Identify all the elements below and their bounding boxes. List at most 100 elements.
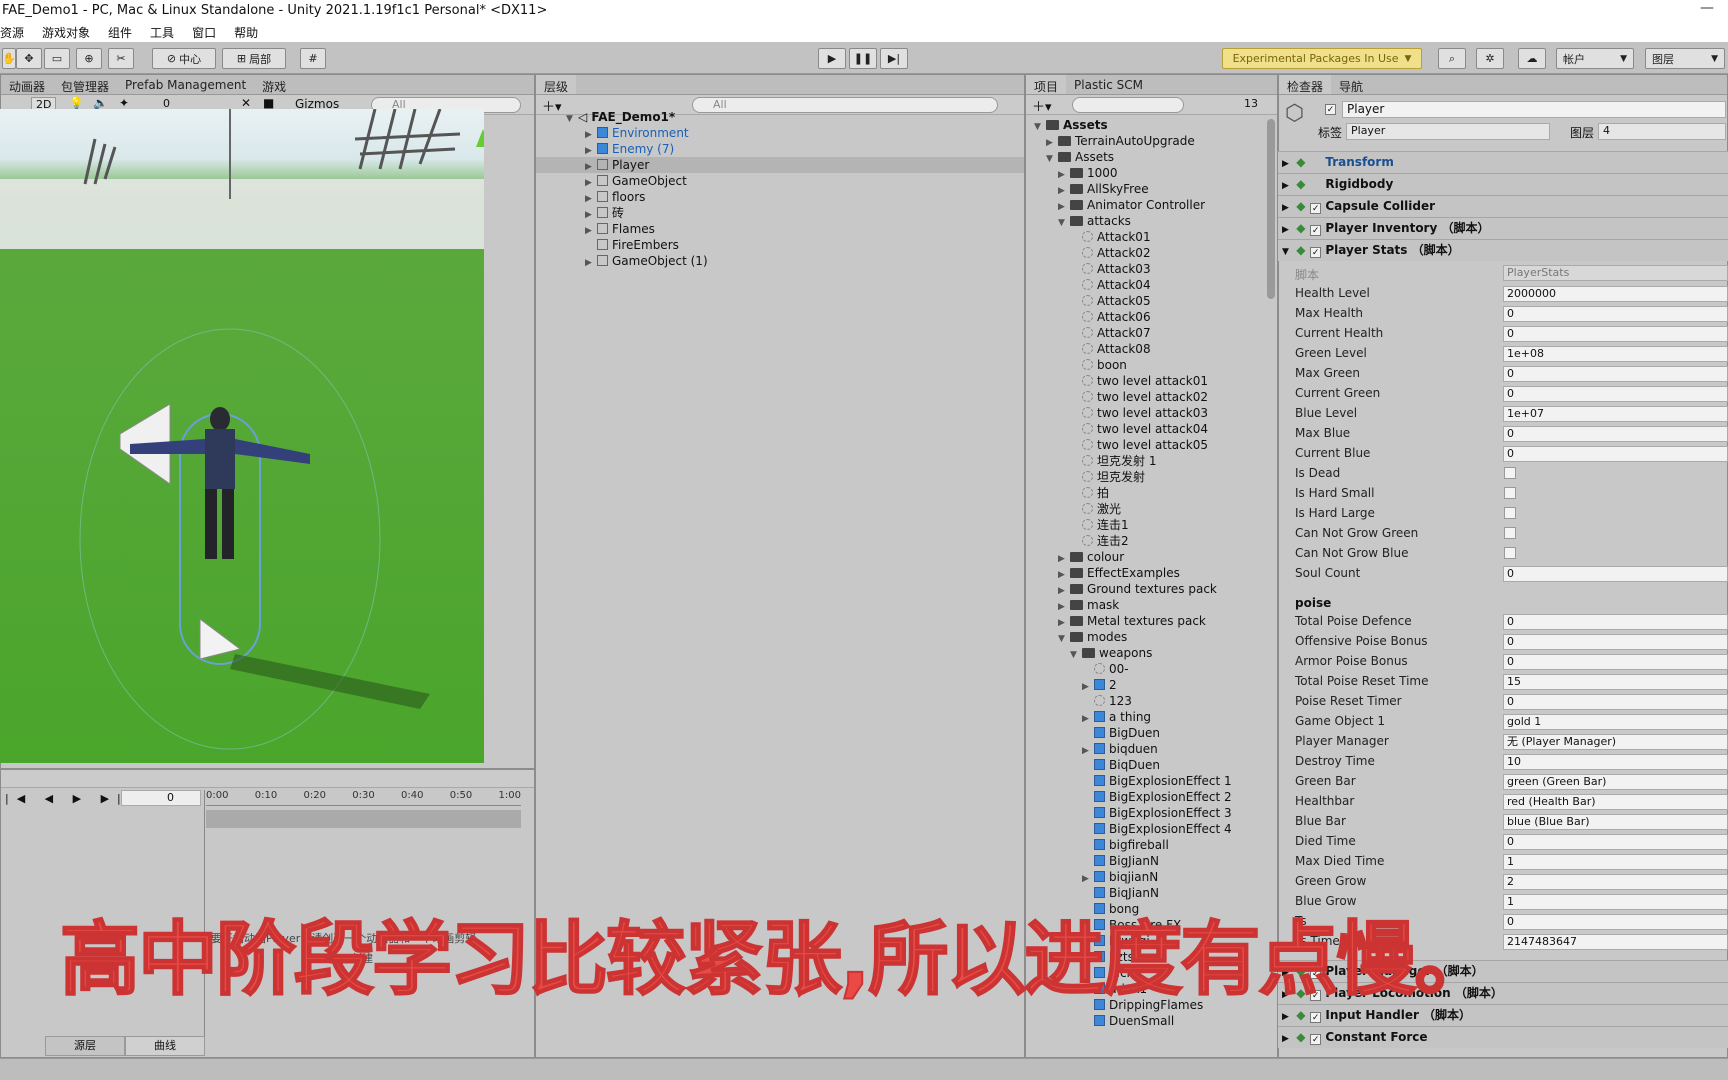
camera-icon[interactable]: ■ — [263, 96, 274, 110]
field-value[interactable]: 15 — [1503, 674, 1728, 690]
field-value[interactable]: 0 — [1503, 634, 1728, 650]
field-value[interactable]: blue (Blue Bar) — [1503, 814, 1728, 830]
project-item[interactable]: 坦克发射 1 — [1070, 453, 1156, 469]
field-value[interactable]: 0 — [1503, 386, 1728, 402]
project-item[interactable]: 激光 — [1070, 501, 1121, 517]
project-item[interactable]: 123 — [1082, 693, 1132, 709]
project-item[interactable]: ▼ attacks — [1058, 213, 1131, 229]
expand-arrow-icon[interactable]: ▼ — [1070, 647, 1082, 663]
menu-window[interactable]: 窗口 — [192, 24, 216, 42]
field-value[interactable]: green (Green Bar) — [1503, 774, 1728, 790]
timeline-ruler[interactable]: 0:00 0:10 0:20 0:30 0:40 0:50 1:00 — [206, 790, 521, 806]
project-item[interactable]: ▼ weapons — [1070, 645, 1152, 661]
services-button[interactable]: ✲ — [1476, 48, 1504, 69]
project-item[interactable]: Attack07 — [1070, 325, 1151, 341]
tab-game[interactable]: 游戏 — [254, 75, 294, 94]
lighting-icon[interactable]: 💡 — [69, 96, 84, 110]
project-item[interactable]: ▼ modes — [1058, 629, 1127, 645]
project-item[interactable]: BigExplosionEffect 1 — [1082, 773, 1232, 789]
project-item[interactable]: Attack08 — [1070, 341, 1151, 357]
step-button[interactable]: ▶| — [880, 48, 908, 69]
expand-arrow-icon[interactable]: ▶ — [585, 255, 597, 271]
audio-icon[interactable]: 🔈 — [93, 96, 108, 110]
project-item[interactable]: two level attack05 — [1070, 437, 1208, 453]
project-item[interactable]: BigExplosionEffect 2 — [1082, 789, 1232, 805]
tab-dopesheet[interactable]: 源层 — [45, 1036, 125, 1056]
fx-icon[interactable]: ✦ — [119, 96, 129, 110]
component-enabled-checkbox[interactable]: ✓ — [1310, 1034, 1322, 1045]
hierarchy-item[interactable]: ▶ 砖 — [585, 205, 624, 221]
anim-playback-controls[interactable]: |◀ ◀ ▶ ▶| — [5, 792, 129, 805]
project-item[interactable]: ▶ Metal textures pack — [1058, 613, 1206, 629]
hierarchy-item[interactable]: ▶ Flames — [585, 221, 655, 237]
component-header[interactable]: ▶ ◆ Transform — [1278, 151, 1728, 173]
menu-gameobject[interactable]: 游戏对象 — [42, 24, 90, 42]
hierarchy-item[interactable]: FireEmbers — [585, 237, 679, 253]
field-value[interactable]: 1e+07 — [1503, 406, 1728, 422]
expand-arrow-icon[interactable]: ▶ — [1278, 220, 1292, 240]
tab-package-manager[interactable]: 包管理器 — [53, 75, 117, 94]
move-tool-button[interactable]: ✥ — [16, 48, 42, 69]
project-item[interactable]: ▶ colour — [1058, 549, 1124, 565]
field-checkbox[interactable] — [1504, 467, 1516, 479]
field-value[interactable]: 0 — [1503, 306, 1728, 322]
expand-arrow-icon[interactable]: ▶ — [1278, 198, 1292, 218]
project-item[interactable]: BiqJianN — [1082, 885, 1159, 901]
layers-dropdown[interactable]: 图层 ▼ — [1645, 48, 1725, 69]
account-dropdown[interactable]: 帐户 ▼ — [1556, 48, 1634, 69]
field-value[interactable]: 0 — [1503, 566, 1728, 582]
active-checkbox[interactable]: ✓ — [1325, 104, 1336, 115]
field-value[interactable]: 1 — [1503, 854, 1728, 870]
frame-field[interactable]: 0 — [121, 790, 201, 806]
tools-icon[interactable]: ✕ — [241, 96, 251, 110]
project-item[interactable]: Attack05 — [1070, 293, 1151, 309]
project-item[interactable]: ▶ AllSkyFree — [1058, 181, 1149, 197]
project-item[interactable]: 00- — [1082, 661, 1129, 677]
component-enabled-checkbox[interactable]: ✓ — [1310, 225, 1322, 236]
field-value[interactable]: 10 — [1503, 754, 1728, 770]
expand-arrow-icon[interactable]: ▼ — [1034, 119, 1046, 135]
transform-tool-button[interactable]: ⊕ — [76, 48, 102, 69]
component-header[interactable]: ▶ ◆ ✓ Player Inventory （脚本） — [1278, 217, 1728, 239]
expand-arrow-icon[interactable]: ▶ — [1278, 176, 1292, 196]
project-item[interactable]: two level attack02 — [1070, 389, 1208, 405]
hierarchy-item[interactable]: ▶ floors — [585, 189, 645, 205]
field-value[interactable]: 0 — [1503, 426, 1728, 442]
field-value[interactable]: 0 — [1503, 446, 1728, 462]
project-item[interactable]: ▼ Assets — [1034, 117, 1108, 133]
project-item[interactable]: Attack01 — [1070, 229, 1151, 245]
object-name-input[interactable]: Player — [1342, 101, 1726, 118]
field-value[interactable]: gold 1 — [1503, 714, 1728, 730]
component-header[interactable]: ▶ ◆ ✓ Capsule Collider — [1278, 195, 1728, 217]
add-object-button[interactable]: ＋▾ — [542, 96, 562, 115]
project-item[interactable]: ▶ mask — [1058, 597, 1119, 613]
hierarchy-item[interactable]: ▶ Enemy (7) — [585, 141, 674, 157]
project-item[interactable]: ▶ biqduen — [1082, 741, 1158, 757]
project-item[interactable]: Attack02 — [1070, 245, 1151, 261]
project-item[interactable]: 拍 — [1070, 485, 1109, 501]
project-item[interactable]: bigfireball — [1082, 837, 1169, 853]
menu-help[interactable]: 帮助 — [234, 24, 258, 42]
tab-project[interactable]: 项目 — [1026, 75, 1067, 94]
project-item[interactable]: Attack03 — [1070, 261, 1151, 277]
project-item[interactable]: two level attack04 — [1070, 421, 1208, 437]
component-enabled-checkbox[interactable]: ✓ — [1310, 247, 1322, 258]
search-button[interactable]: ⌕ — [1438, 48, 1466, 69]
project-item[interactable]: ▶ TerrainAutoUpgrade — [1046, 133, 1195, 149]
hierarchy-item[interactable]: ▶ Environment — [585, 125, 689, 141]
project-item[interactable]: 坦克发射 — [1070, 469, 1145, 485]
component-enabled-checkbox[interactable]: ✓ — [1310, 203, 1322, 214]
project-item[interactable]: 连击1 — [1070, 517, 1129, 533]
tab-curves[interactable]: 曲线 — [125, 1036, 205, 1056]
project-item[interactable]: Attack06 — [1070, 309, 1151, 325]
project-item[interactable]: BiqDuen — [1082, 757, 1160, 773]
project-item[interactable]: 连击2 — [1070, 533, 1129, 549]
hand-tool-button[interactable]: ✋ — [2, 48, 16, 69]
field-value[interactable]: 0 — [1503, 694, 1728, 710]
tab-prefab-management[interactable]: Prefab Management — [117, 75, 254, 94]
expand-arrow-icon[interactable]: ▼ — [1058, 215, 1070, 231]
local-global-button[interactable]: ⊞ 局部 — [222, 48, 286, 69]
project-item[interactable]: ▶ Animator Controller — [1058, 197, 1205, 213]
project-item[interactable]: BigExplosionEffect 4 — [1082, 821, 1232, 837]
field-value[interactable]: 2 — [1503, 874, 1728, 890]
